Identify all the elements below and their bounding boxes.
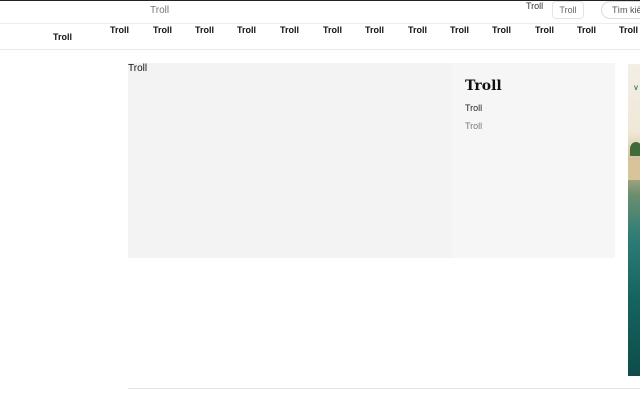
side-advertisement[interactable]: V (628, 64, 640, 376)
nav-item-8[interactable]: Troll (408, 25, 427, 35)
nav-item-2[interactable]: Troll (153, 25, 172, 35)
nav-home-link[interactable]: Troll (53, 32, 72, 42)
palm-tree-icon (630, 142, 640, 156)
nav-item-11[interactable]: Troll (535, 25, 554, 35)
nav-item-4[interactable]: Troll (237, 25, 256, 35)
top-right-link[interactable]: Troll (526, 1, 543, 11)
feature-media[interactable] (128, 63, 452, 258)
nav-item-13[interactable]: Troll (619, 25, 638, 35)
main-nav: Troll Troll Troll Troll Troll Troll Trol… (0, 24, 640, 50)
top-crumb-link[interactable]: Troll (150, 5, 169, 16)
nav-item-1[interactable]: Troll (110, 25, 129, 35)
nav-item-12[interactable]: Troll (577, 25, 596, 35)
nav-item-7[interactable]: Troll (365, 25, 384, 35)
nav-item-3[interactable]: Troll (195, 25, 214, 35)
top-pill-button[interactable]: Troll (552, 1, 584, 19)
feature-meta: Troll (465, 121, 483, 131)
beach-image (628, 160, 640, 180)
feature-card: Troll Troll Troll Troll (128, 63, 615, 258)
nav-item-9[interactable]: Troll (450, 25, 469, 35)
nav-item-6[interactable]: Troll (323, 25, 342, 35)
feature-title[interactable]: Troll (465, 78, 502, 94)
nav-item-10[interactable]: Troll (492, 25, 511, 35)
feature-info-panel: Troll Troll Troll (452, 63, 615, 258)
ad-logo-letter: V (634, 86, 639, 92)
section-divider (128, 388, 640, 389)
feature-media-alt-text: Troll (128, 63, 148, 74)
search-input[interactable]: Tìm kiế (601, 1, 640, 19)
feature-subtitle[interactable]: Troll (465, 103, 482, 113)
top-bar: Troll Troll Troll Tìm kiế (0, 0, 640, 24)
nav-item-5[interactable]: Troll (280, 25, 299, 35)
